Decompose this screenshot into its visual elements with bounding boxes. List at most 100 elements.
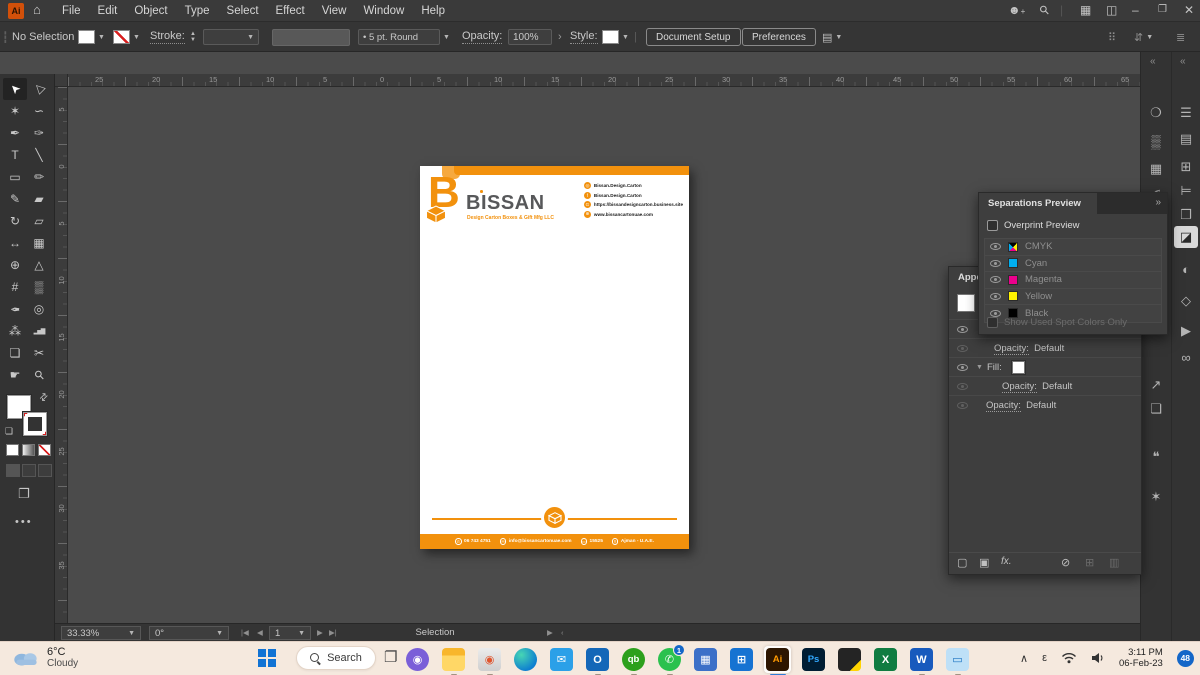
visibility-eye-icon[interactable] (990, 243, 1001, 251)
clear-appearance-icon[interactable]: ⊘ (1061, 556, 1070, 569)
eyedropper-tool[interactable]: ✒ (3, 298, 27, 320)
collapse-dock-icon[interactable]: « (1180, 56, 1186, 67)
pathfinder-panel-icon[interactable]: ❒ (1174, 204, 1198, 226)
whatsapp-app[interactable]: ✆ 1 (656, 644, 685, 675)
start-button[interactable] (258, 649, 276, 667)
edge-app[interactable] (512, 646, 539, 673)
type-tool[interactable]: T (3, 144, 27, 166)
appearance-row-fill[interactable]: ▼ Fill: (949, 357, 1141, 376)
artboard-letterhead[interactable]: B BISSAN Design Carton Boxes & Gift Mfg … (420, 166, 689, 549)
brush-definition-dropdown[interactable]: • 5 pt. Round ▼ (358, 22, 450, 52)
opacity-link[interactable]: Opacity: (1002, 380, 1037, 393)
shape-builder-tool[interactable]: ⊕ (3, 254, 27, 276)
menu-window[interactable]: Window (363, 5, 404, 17)
gradient-button[interactable] (22, 444, 35, 456)
taskbar-search[interactable]: Search (296, 646, 376, 670)
color-panel-icon[interactable]: ❍ (1144, 102, 1168, 124)
word-app[interactable]: W (908, 646, 935, 675)
opacity-label[interactable]: Opacity: (462, 22, 503, 52)
scale-tool[interactable]: ▱ (27, 210, 51, 232)
column-graph-tool[interactable]: ▂▅▇ (27, 320, 51, 342)
curvature-tool[interactable]: ✑ (27, 122, 51, 144)
close-button[interactable]: ✕ (1184, 3, 1194, 17)
appearance-row-opacity[interactable]: Opacity: Default (949, 395, 1141, 414)
swap-fill-stroke-icon[interactable]: ⇄ (37, 391, 51, 405)
export-panel-icon[interactable]: ↗ (1144, 374, 1168, 396)
magic-wand-tool[interactable]: ✶ (3, 100, 27, 122)
collapse-dock-icon[interactable]: « (1150, 56, 1156, 67)
rotation-dropdown[interactable]: 0° ▼ (149, 626, 229, 640)
stroke-swatch[interactable] (113, 30, 130, 44)
appearance-row-stroke-opacity[interactable]: Opacity: Default (949, 338, 1141, 357)
delete-item-icon[interactable]: ▥ (1109, 556, 1119, 569)
rotate-tool[interactable]: ↻ (3, 210, 27, 232)
stroke-weight-stepper[interactable]: ▲ ▼ (190, 22, 196, 52)
style-picker[interactable]: ▼ (602, 22, 629, 52)
language-indicator[interactable]: ε (1042, 652, 1047, 664)
menu-help[interactable]: Help (421, 5, 445, 17)
draw-behind-icon[interactable] (22, 464, 36, 477)
links-panel-icon[interactable]: ∞ (1174, 346, 1198, 368)
hand-tool[interactable]: ☛ (3, 364, 27, 386)
excel-app[interactable]: X (872, 646, 899, 673)
gradient-panel-icon[interactable]: ▒ (1144, 130, 1168, 152)
menu-edit[interactable]: Edit (98, 5, 118, 17)
separation-channel-row[interactable]: Cyan (985, 255, 1161, 272)
draw-normal-icon[interactable] (6, 464, 20, 477)
artboard-tool[interactable]: ❏ (3, 342, 27, 364)
ruler-corner[interactable] (55, 74, 68, 87)
arrange-documents-icon[interactable]: ▦ (1080, 3, 1091, 17)
dots-grid-icon[interactable]: ⠿ (1108, 22, 1116, 52)
mesh-tool[interactable]: # (3, 276, 27, 298)
variable-width-dropdown[interactable] (272, 22, 350, 52)
expand-chevron-icon[interactable]: ▼ (976, 364, 983, 371)
workspace-switcher-icon[interactable]: ◫ (1106, 3, 1117, 17)
gradient-tool[interactable]: ▒ (27, 276, 51, 298)
opacity-expand-icon[interactable]: › (558, 22, 562, 52)
spot-colors-option[interactable]: Show Used Spot Colors Only (987, 317, 1127, 328)
menu-object[interactable]: Object (134, 5, 167, 17)
align-panel-icon[interactable]: ⊨ (1174, 180, 1198, 202)
blend-tool[interactable]: ◎ (27, 298, 51, 320)
visibility-eye-icon[interactable] (957, 344, 968, 352)
visibility-eye-icon[interactable] (957, 363, 968, 371)
panel-menu-icon[interactable]: ≣ (1176, 22, 1185, 52)
visibility-eye-icon[interactable] (957, 382, 968, 390)
lasso-tool[interactable]: ∽ (27, 100, 51, 122)
horizontal-ruler[interactable]: 25 20 15 10 5 0 5 10 15 20 25 30 35 40 45 50 55 60 65 (68, 74, 1140, 87)
account-icon[interactable]: ☻+ (1008, 3, 1025, 17)
menu-file[interactable]: File (62, 5, 81, 17)
separation-channel-row[interactable]: Yellow (985, 288, 1161, 305)
document-setup-button[interactable]: Document Setup (646, 22, 741, 52)
vertical-ruler[interactable]: 5 0 5 10 15 20 25 30 35 (55, 87, 68, 623)
perspective-grid-tool[interactable]: △ (27, 254, 51, 276)
home-icon[interactable]: ⌂ (33, 2, 41, 17)
none-button[interactable] (38, 444, 51, 456)
opacity-link[interactable]: Opacity: (994, 342, 1029, 355)
fill-swatch[interactable] (78, 30, 95, 44)
visibility-eye-icon[interactable] (957, 401, 968, 409)
swatches-panel-icon[interactable]: ▦ (1144, 158, 1168, 180)
properties-panel-icon[interactable]: ☰ (1174, 102, 1198, 124)
eraser-tool[interactable]: ▰ (27, 188, 51, 210)
weather-widget[interactable]: 6°C Cloudy (12, 646, 78, 669)
search-icon[interactable]: ⚲ (1036, 2, 1052, 18)
artboards-panel-icon[interactable]: ▤ (1174, 128, 1198, 150)
restore-button[interactable]: ❐ (1158, 4, 1167, 15)
mail-app[interactable]: ✉ (548, 646, 575, 673)
last-artboard-icon[interactable]: ▶| (329, 628, 337, 637)
file-explorer-app[interactable] (440, 646, 467, 675)
isolate-mode-icon[interactable]: ▤ ▼ (822, 22, 842, 52)
color-button[interactable] (6, 444, 19, 456)
preferences-button[interactable]: Preferences (742, 22, 816, 52)
menu-select[interactable]: Select (227, 5, 259, 17)
slice-tool[interactable]: ✂ (27, 342, 51, 364)
outlook-app[interactable]: O (584, 646, 611, 675)
sort-icon[interactable]: ⇵ ▼ (1134, 22, 1153, 52)
stroke-color-swatch[interactable] (23, 412, 47, 436)
edit-toolbar-icon[interactable]: ••• (15, 516, 33, 528)
rectangle-tool[interactable]: ▭ (3, 166, 27, 188)
wifi-icon[interactable] (1061, 652, 1077, 664)
asset-export-panel-icon[interactable]: ❏ (1144, 398, 1168, 420)
width-tool[interactable]: ↔ (3, 232, 27, 254)
